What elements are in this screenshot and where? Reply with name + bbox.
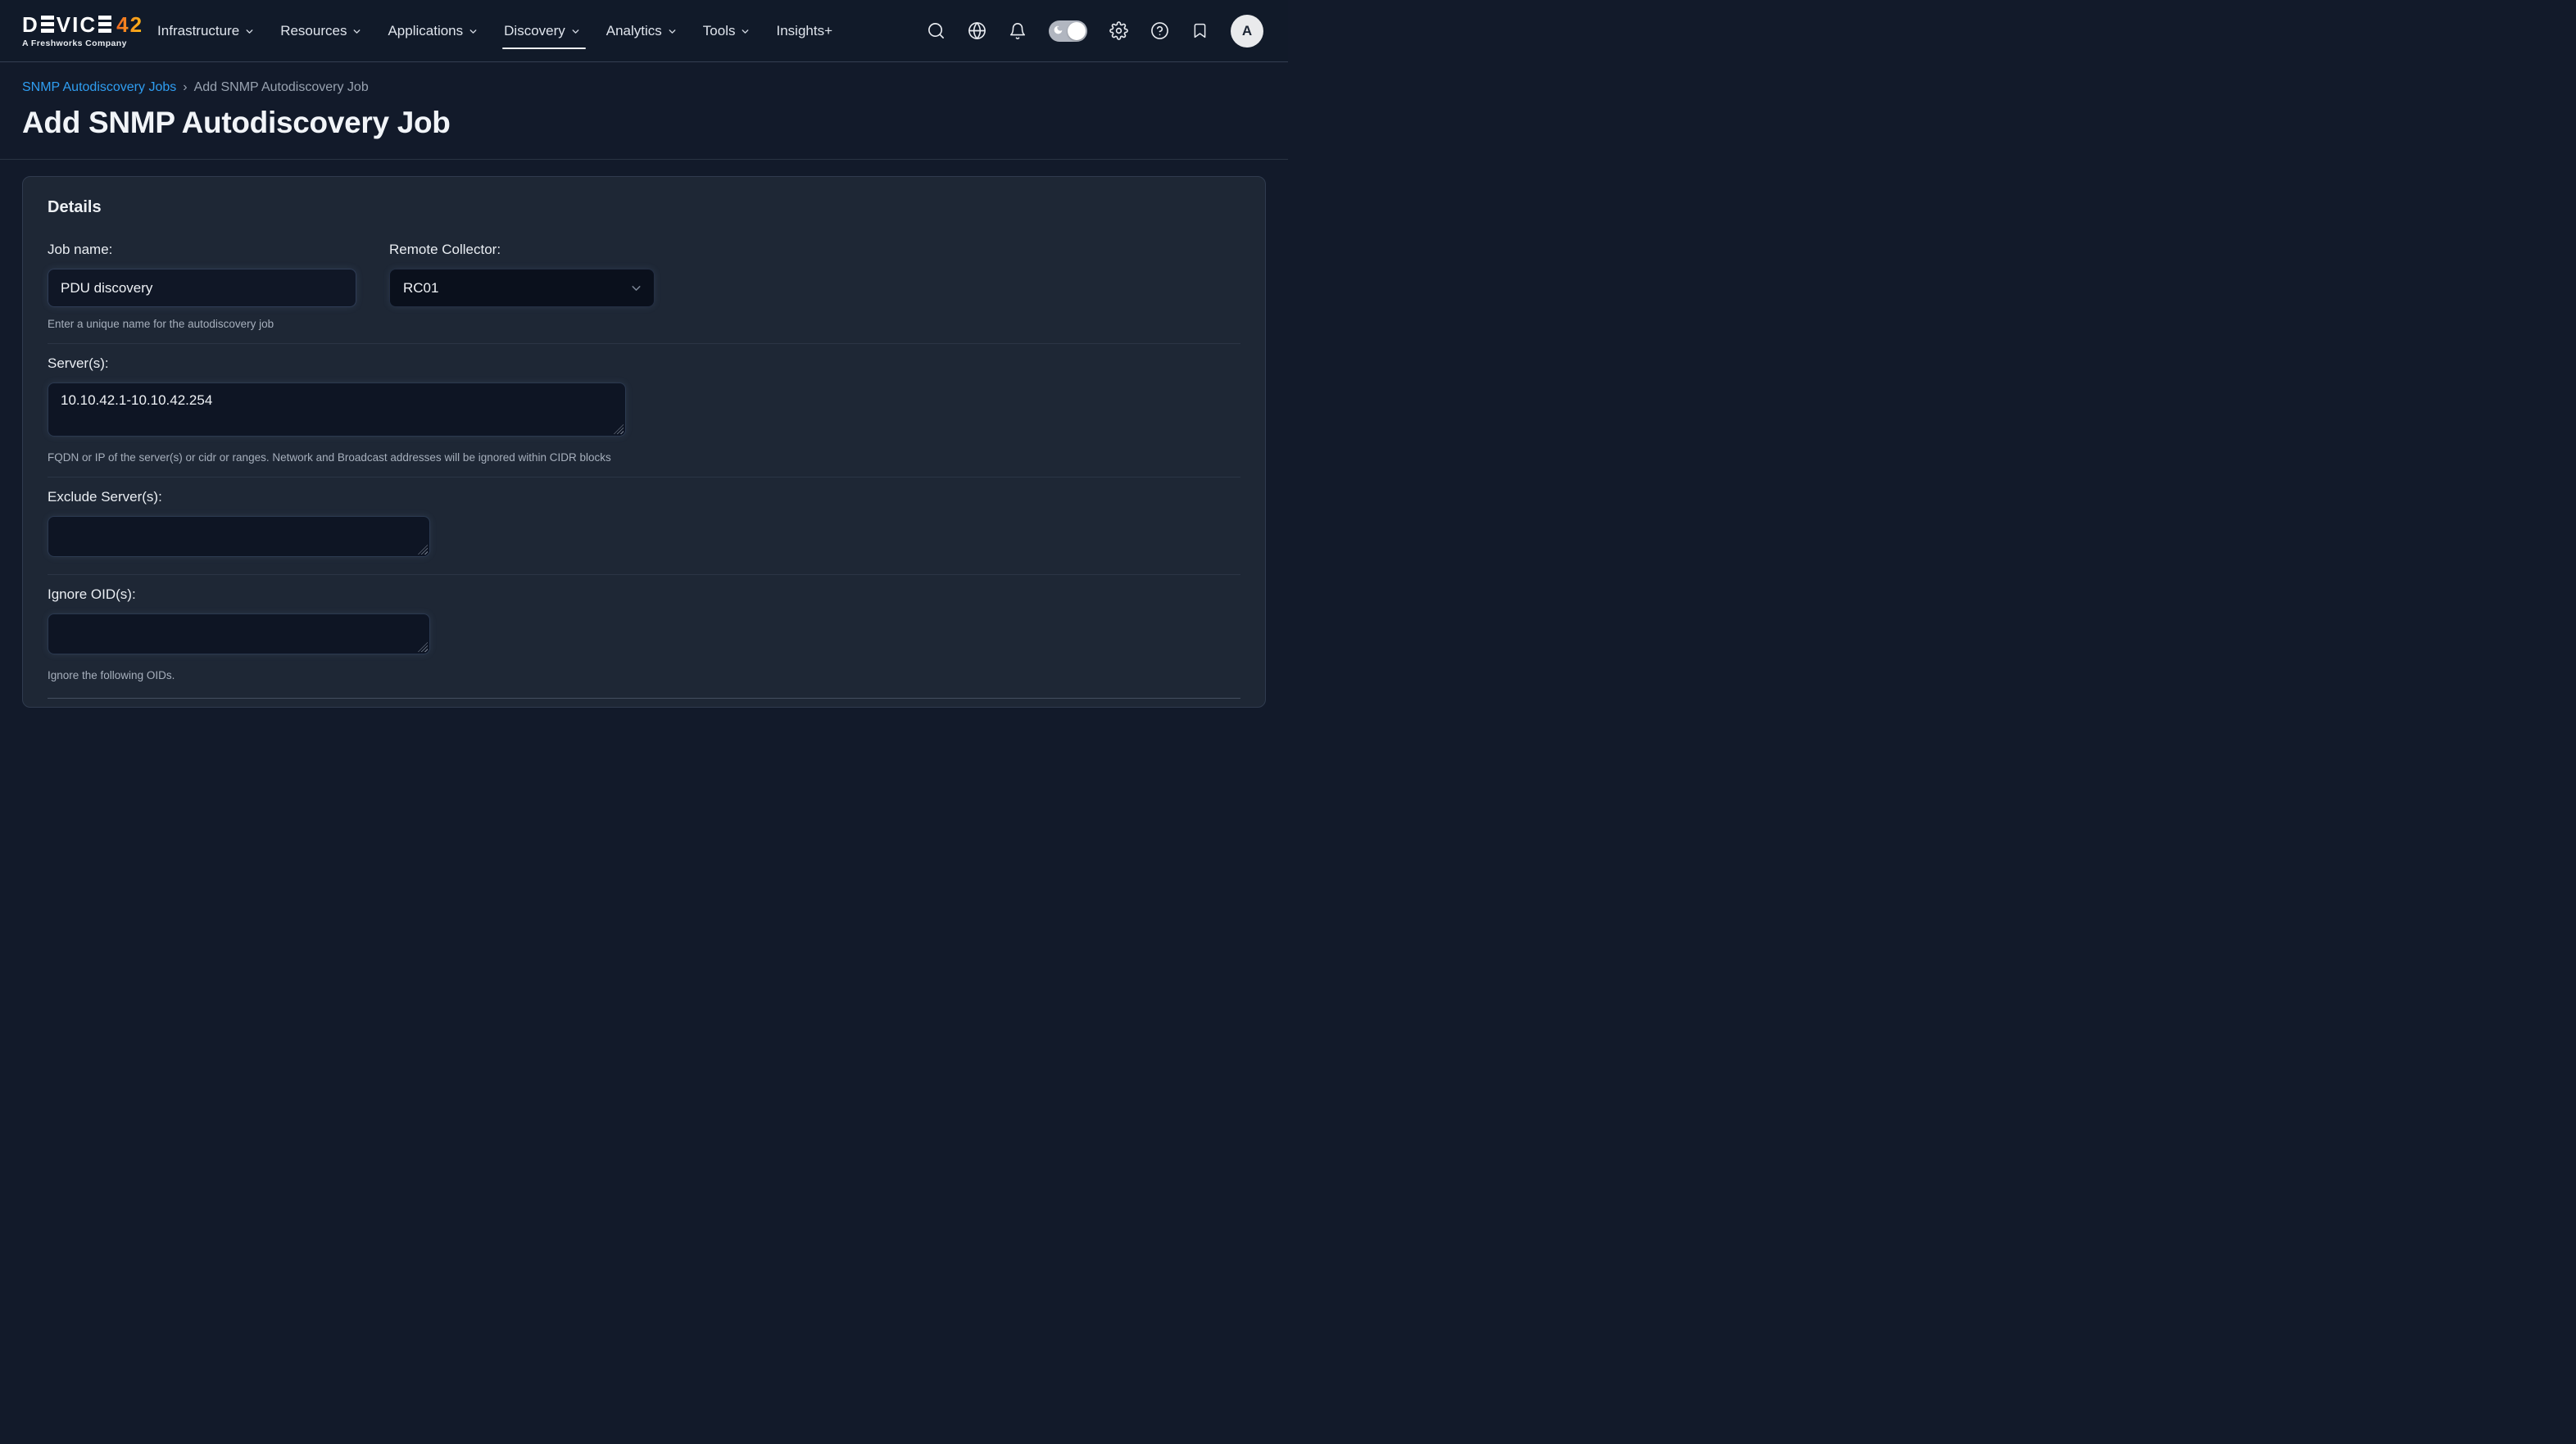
breadcrumb-separator: › — [183, 80, 187, 95]
servers-label: Server(s): — [48, 355, 1240, 372]
servers-helper: FQDN or IP of the server(s) or cidr or r… — [48, 451, 1240, 464]
nav-item-tools[interactable]: Tools — [703, 0, 751, 61]
job-name-label: Job name: — [48, 242, 356, 258]
nav-item-infrastructure[interactable]: Infrastructure — [157, 0, 255, 61]
ignore-oids-field-group: Ignore OID(s): Ignore the following OIDs… — [48, 586, 1240, 681]
chevron-down-icon — [351, 26, 362, 37]
details-section-title: Details — [48, 198, 1240, 217]
ignore-oids-textarea-wrap — [48, 613, 430, 654]
main-nav: Infrastructure Resources Applications Di… — [157, 0, 832, 61]
breadcrumb: SNMP Autodiscovery Jobs › Add SNMP Autod… — [22, 80, 1266, 95]
chevron-down-icon — [468, 26, 478, 37]
section-divider — [48, 343, 1240, 344]
logo-letter-e-bars — [41, 16, 54, 32]
exclude-servers-label: Exclude Server(s): — [48, 489, 1240, 505]
remote-collector-select[interactable]: RC01 — [389, 269, 655, 307]
nav-item-resources[interactable]: Resources — [280, 0, 362, 61]
ignore-oids-helper: Ignore the following OIDs. — [48, 669, 1240, 681]
section-divider — [48, 574, 1240, 575]
job-name-field-group: Job name: — [48, 242, 356, 307]
remote-collector-field-group: Remote Collector: RC01 — [389, 242, 655, 307]
theme-toggle[interactable] — [1049, 20, 1087, 42]
breadcrumb-current: Add SNMP Autodiscovery Job — [194, 80, 369, 95]
logo-letter-e-bars — [98, 16, 111, 32]
nav-item-discovery[interactable]: Discovery — [504, 0, 581, 61]
remote-collector-selected-value: RC01 — [403, 280, 438, 296]
header-divider — [0, 159, 1288, 160]
logo-letter-d: D — [22, 14, 39, 35]
toggle-knob — [1068, 22, 1086, 40]
gear-icon[interactable] — [1109, 21, 1128, 40]
chevron-down-icon — [740, 26, 751, 37]
logo-wordmark: D VIC 42 — [22, 14, 143, 35]
avatar[interactable]: A — [1231, 15, 1263, 48]
bell-icon[interactable] — [1009, 22, 1027, 40]
servers-textarea[interactable]: 10.10.42.1-10.10.42.254 — [48, 383, 626, 437]
top-nav-bar: D VIC 42 A Freshworks Company Infrastruc… — [0, 0, 1288, 62]
exclude-servers-textarea[interactable] — [48, 516, 430, 557]
logo-42: 42 — [114, 14, 143, 35]
logo-subtitle: A Freshworks Company — [22, 38, 143, 48]
help-icon[interactable] — [1150, 21, 1169, 40]
servers-field-group: Server(s): 10.10.42.1-10.10.42.254 FQDN … — [48, 355, 1240, 464]
header-actions: A — [927, 15, 1263, 48]
chevron-down-icon — [667, 26, 678, 37]
chevron-down-icon — [629, 281, 643, 295]
ignore-oids-label: Ignore OID(s): — [48, 586, 1240, 603]
breadcrumb-link-snmp-jobs[interactable]: SNMP Autodiscovery Jobs — [22, 80, 176, 95]
nav-item-applications[interactable]: Applications — [388, 0, 478, 61]
job-name-helper: Enter a unique name for the autodiscover… — [48, 318, 1240, 330]
ignore-oids-textarea[interactable] — [48, 613, 430, 654]
job-name-remote-collector-row: Job name: Remote Collector: RC01 — [48, 242, 1240, 307]
servers-textarea-wrap: 10.10.42.1-10.10.42.254 — [48, 383, 626, 437]
exclude-servers-field-group: Exclude Server(s): — [48, 489, 1240, 561]
section-divider — [48, 698, 1240, 699]
bookmark-icon[interactable] — [1191, 22, 1209, 39]
chevron-down-icon — [570, 26, 581, 37]
logo-letters-vic: VIC — [57, 14, 97, 35]
avatar-letter: A — [1242, 23, 1252, 39]
moon-icon — [1053, 25, 1064, 35]
nav-item-insights[interactable]: Insights+ — [776, 0, 832, 61]
job-name-input[interactable] — [48, 269, 356, 307]
page-title: Add SNMP Autodiscovery Job — [22, 106, 1266, 140]
device42-logo[interactable]: D VIC 42 A Freshworks Company — [22, 14, 143, 48]
section-divider — [48, 477, 1240, 478]
details-panel: Details Job name: Remote Collector: RC01… — [22, 176, 1266, 708]
search-icon[interactable] — [927, 21, 946, 40]
nav-item-analytics[interactable]: Analytics — [606, 0, 678, 61]
remote-collector-label: Remote Collector: — [389, 242, 655, 258]
exclude-servers-textarea-wrap — [48, 516, 430, 557]
globe-icon[interactable] — [968, 21, 986, 40]
chevron-down-icon — [244, 26, 255, 37]
